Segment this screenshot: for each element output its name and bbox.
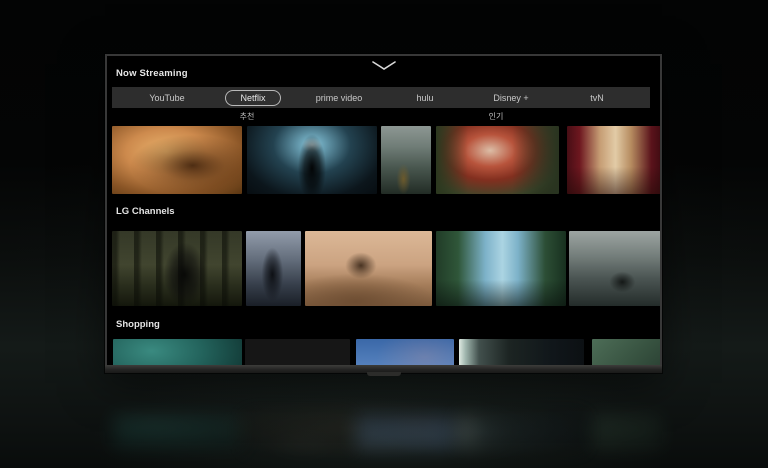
tab-label: hulu <box>402 91 447 105</box>
thumb-stone-arch[interactable] <box>245 339 350 365</box>
tab-netflix[interactable]: Netflix <box>210 87 296 108</box>
category-label-1: 인기 <box>466 111 526 122</box>
reflection-thumb-teal-waterfall-forest <box>113 415 242 449</box>
tab-tvn[interactable]: tvN <box>554 87 640 108</box>
tv-screen: Now Streaming YouTube Netflix prime video h… <box>107 56 660 365</box>
category-label-0: 추천 <box>217 111 277 122</box>
reflection-thumb-stone-arch <box>245 415 350 449</box>
now-streaming-row <box>107 126 660 194</box>
tab-hulu[interactable]: hulu <box>382 87 468 108</box>
thumb-horse-rider-sepia[interactable] <box>305 231 432 306</box>
tab-label: Disney + <box>479 91 542 105</box>
tab-watcha[interactable]: WATCHA <box>640 87 650 108</box>
tab-prime-video[interactable]: prime video <box>296 87 382 108</box>
tab-label: YouTube <box>135 91 198 105</box>
tab-label: prime video <box>302 91 377 105</box>
reflection-thumb-blue-sky <box>356 415 454 449</box>
tab-disney-[interactable]: Disney + <box>468 87 554 108</box>
thumb-light-beam-dark[interactable] <box>459 339 584 365</box>
thumb-blue-sky[interactable] <box>356 339 454 365</box>
thumb-teal-waterfall-forest[interactable] <box>113 339 242 365</box>
lg-channels-row-heading: LG Channels <box>116 206 175 217</box>
reflection-thumb-light-beam-dark <box>459 415 584 449</box>
reflection-thumb-green-cliff <box>592 415 662 449</box>
thumb-girl-by-window[interactable] <box>567 126 660 194</box>
thumb-red-haired-woman[interactable] <box>436 126 559 194</box>
chevron-down-icon[interactable] <box>371 60 397 72</box>
tv-bottom-bezel <box>105 365 662 373</box>
thumb-green-cliff[interactable] <box>592 339 660 365</box>
app-tab-bar: YouTube Netflix prime video hulu Disney + tvN… <box>112 87 650 108</box>
thumb-canyon-bridge[interactable] <box>436 231 566 306</box>
page-title: Now Streaming <box>116 68 188 79</box>
tv-frame: Now Streaming YouTube Netflix prime video h… <box>105 54 662 373</box>
shopping-row <box>107 339 660 365</box>
thumb-dust-storm-duo[interactable] <box>112 126 242 194</box>
tab-label: tvN <box>576 91 618 105</box>
thumb-grim-reaper-mist[interactable] <box>246 231 301 306</box>
thumb-misty-forest-hiker[interactable] <box>381 126 431 194</box>
tab-label: Netflix <box>225 90 280 106</box>
thumb-dark-tunnel-figure[interactable] <box>247 126 377 194</box>
thumb-mountain-rider-grey[interactable] <box>569 231 660 306</box>
tab-youtube[interactable]: YouTube <box>124 87 210 108</box>
lg-channels-row <box>107 231 660 306</box>
tv-logo-notch <box>367 372 401 376</box>
thumb-black-dress-forest[interactable] <box>112 231 242 306</box>
shopping-row-heading: Shopping <box>116 319 160 330</box>
